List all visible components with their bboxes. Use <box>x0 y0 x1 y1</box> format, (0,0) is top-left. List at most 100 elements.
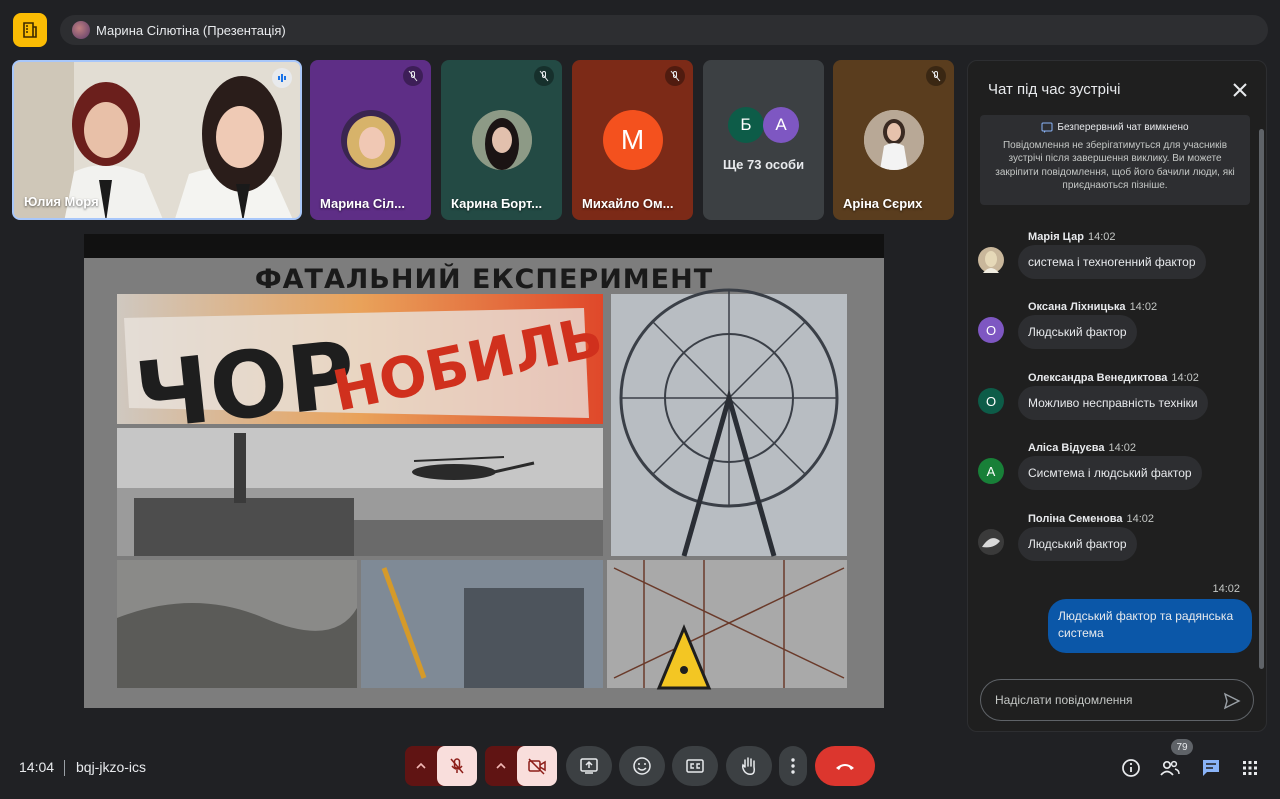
hand-icon <box>742 757 755 775</box>
presentation-slide: ФАТАЛЬНИЙ ЕКСПЕРИМЕНТ ЧОР НОБИЛЬ <box>84 258 884 708</box>
participant-avatar <box>340 110 401 170</box>
presenter-avatar <box>72 21 90 39</box>
sender-avatar <box>978 529 1004 555</box>
speaking-indicator-icon <box>272 68 292 88</box>
sender-avatar: О <box>978 317 1004 343</box>
participant-tile[interactable]: Карина Борт... <box>441 60 562 220</box>
people-icon <box>1160 760 1180 776</box>
participant-avatar: М <box>602 110 663 170</box>
chat-title: Чат під час зустрічі <box>988 81 1121 98</box>
raise-hand-button[interactable] <box>726 746 772 786</box>
message-bubble: Людський фактор <box>1018 315 1137 349</box>
message-bubble: Сисмтема і людський фактор <box>1018 456 1202 490</box>
participant-avatar <box>471 110 532 170</box>
leave-call-button[interactable] <box>815 746 875 786</box>
message-time: 14:02 <box>1171 372 1199 384</box>
people-button[interactable] <box>1156 754 1184 782</box>
apps-grid-icon <box>1243 761 1257 775</box>
participant-tile[interactable]: М Михайло Ом... <box>572 60 693 220</box>
chat-notice: Безперервний чат вимкнено Повідомлення н… <box>980 115 1250 205</box>
chat-message-input[interactable]: Надіслати повідомлення <box>980 679 1254 721</box>
mic-off-icon <box>534 66 554 86</box>
emoji-icon <box>633 757 651 775</box>
mic-off-icon <box>926 66 946 86</box>
building-icon <box>23 22 37 38</box>
chevron-up-icon <box>416 762 426 769</box>
reactions-button[interactable] <box>619 746 665 786</box>
chat-icon <box>1203 760 1219 776</box>
meet-app-icon[interactable] <box>13 13 47 47</box>
participant-name: Аріна Сєрих <box>843 196 923 211</box>
message-time: 14:02 <box>1087 231 1116 243</box>
more-participants-tile[interactable]: Б А Ще 73 особи <box>703 60 824 220</box>
sender-name: Поліна Семенова <box>1028 513 1123 525</box>
present-screen-icon <box>580 758 598 774</box>
send-button[interactable] <box>1223 692 1241 713</box>
activities-button[interactable] <box>1236 754 1264 782</box>
mic-off-icon <box>665 66 685 86</box>
participant-name: Марина Сіл... <box>320 196 405 211</box>
participant-tile[interactable]: Марина Сіл... <box>310 60 431 220</box>
camera-options-button[interactable] <box>485 746 517 786</box>
mic-options-button[interactable] <box>405 746 437 786</box>
chat-bubble-icon <box>1041 122 1053 133</box>
mic-off-icon <box>450 758 464 774</box>
input-placeholder: Надіслати повідомлення <box>995 693 1133 707</box>
presentation-stage: ФАТАЛЬНИЙ ЕКСПЕРИМЕНТ ЧОР НОБИЛЬ <box>84 234 884 708</box>
camera-control-group <box>485 746 557 786</box>
participants-count-badge: 79 <box>1171 739 1193 755</box>
chat-panel: Чат під час зустрічі Безперервний чат ви… <box>967 60 1267 732</box>
chevron-up-icon <box>496 762 506 769</box>
sender-name: Олександра Венедиктова <box>1028 372 1168 384</box>
participant-tile-video[interactable]: Юлия Моря <box>12 60 302 220</box>
sender-avatar: А <box>978 458 1004 484</box>
info-icon <box>1122 759 1140 777</box>
message-bubble: Можливо несправність техніки <box>1018 386 1208 420</box>
meeting-code: bqj-jkzo-ics <box>76 759 147 775</box>
sender-name: Оксана Ліхницька <box>1028 301 1126 313</box>
camera-toggle-button[interactable] <box>517 746 557 786</box>
sender-name: Марія Цар <box>1028 231 1084 243</box>
captions-button[interactable] <box>672 746 718 786</box>
presentation-indicator[interactable]: Марина Сілютіна (Презентація) <box>60 15 1268 45</box>
message-bubble: Людський фактор <box>1018 527 1137 561</box>
camera-off-icon <box>528 758 546 775</box>
present-screen-button[interactable] <box>566 746 612 786</box>
sender-avatar: О <box>978 388 1004 414</box>
more-participants-label: Ще 73 особи <box>722 157 805 172</box>
mic-toggle-button[interactable] <box>437 746 477 786</box>
my-message-time: 14:02 <box>1212 583 1240 595</box>
participant-name: Карина Борт... <box>451 196 543 211</box>
divider <box>64 760 65 776</box>
message-time: 14:02 <box>1126 513 1155 525</box>
chat-button[interactable] <box>1197 754 1225 782</box>
message-bubble: система і техногенний фактор <box>1018 245 1206 279</box>
presenter-label: Марина Сілютіна (Презентація) <box>96 22 286 38</box>
participant-name: Юлия Моря <box>24 194 99 209</box>
participant-avatar: А <box>763 107 799 143</box>
participant-tile[interactable]: Аріна Сєрих <box>833 60 954 220</box>
more-vert-icon <box>791 758 795 774</box>
sender-avatar <box>978 247 1004 273</box>
meeting-details-button[interactable] <box>1117 754 1145 782</box>
sender-name: Аліса Відуєва <box>1028 442 1105 454</box>
mic-control-group <box>405 746 477 786</box>
bottom-toolbar: 14:04 bqj-jkzo-ics <box>0 740 1280 799</box>
participant-name: Михайло Ом... <box>582 196 674 211</box>
chat-scrollbar[interactable] <box>1259 129 1264 669</box>
send-icon <box>1223 692 1241 710</box>
notice-title: Безперервний чат вимкнено <box>1057 122 1189 133</box>
close-chat-button[interactable] <box>1228 78 1252 102</box>
participant-avatar: Б <box>728 107 764 143</box>
mic-off-icon <box>403 66 423 86</box>
my-message-bubble: Людський фактор та радянська система <box>1048 599 1252 653</box>
notice-text: Повідомлення не зберігатимуться для учас… <box>995 139 1235 192</box>
more-options-button[interactable] <box>779 746 807 786</box>
message-time: 14:02 <box>1129 301 1158 313</box>
message-time: 14:02 <box>1108 442 1136 454</box>
slide-collage: ЧОР НОБИЛЬ <box>117 288 847 690</box>
end-call-icon <box>836 764 854 770</box>
top-bar: Марина Сілютіна (Презентація) <box>0 0 1280 58</box>
captions-icon <box>686 759 704 773</box>
close-icon <box>1233 83 1247 97</box>
